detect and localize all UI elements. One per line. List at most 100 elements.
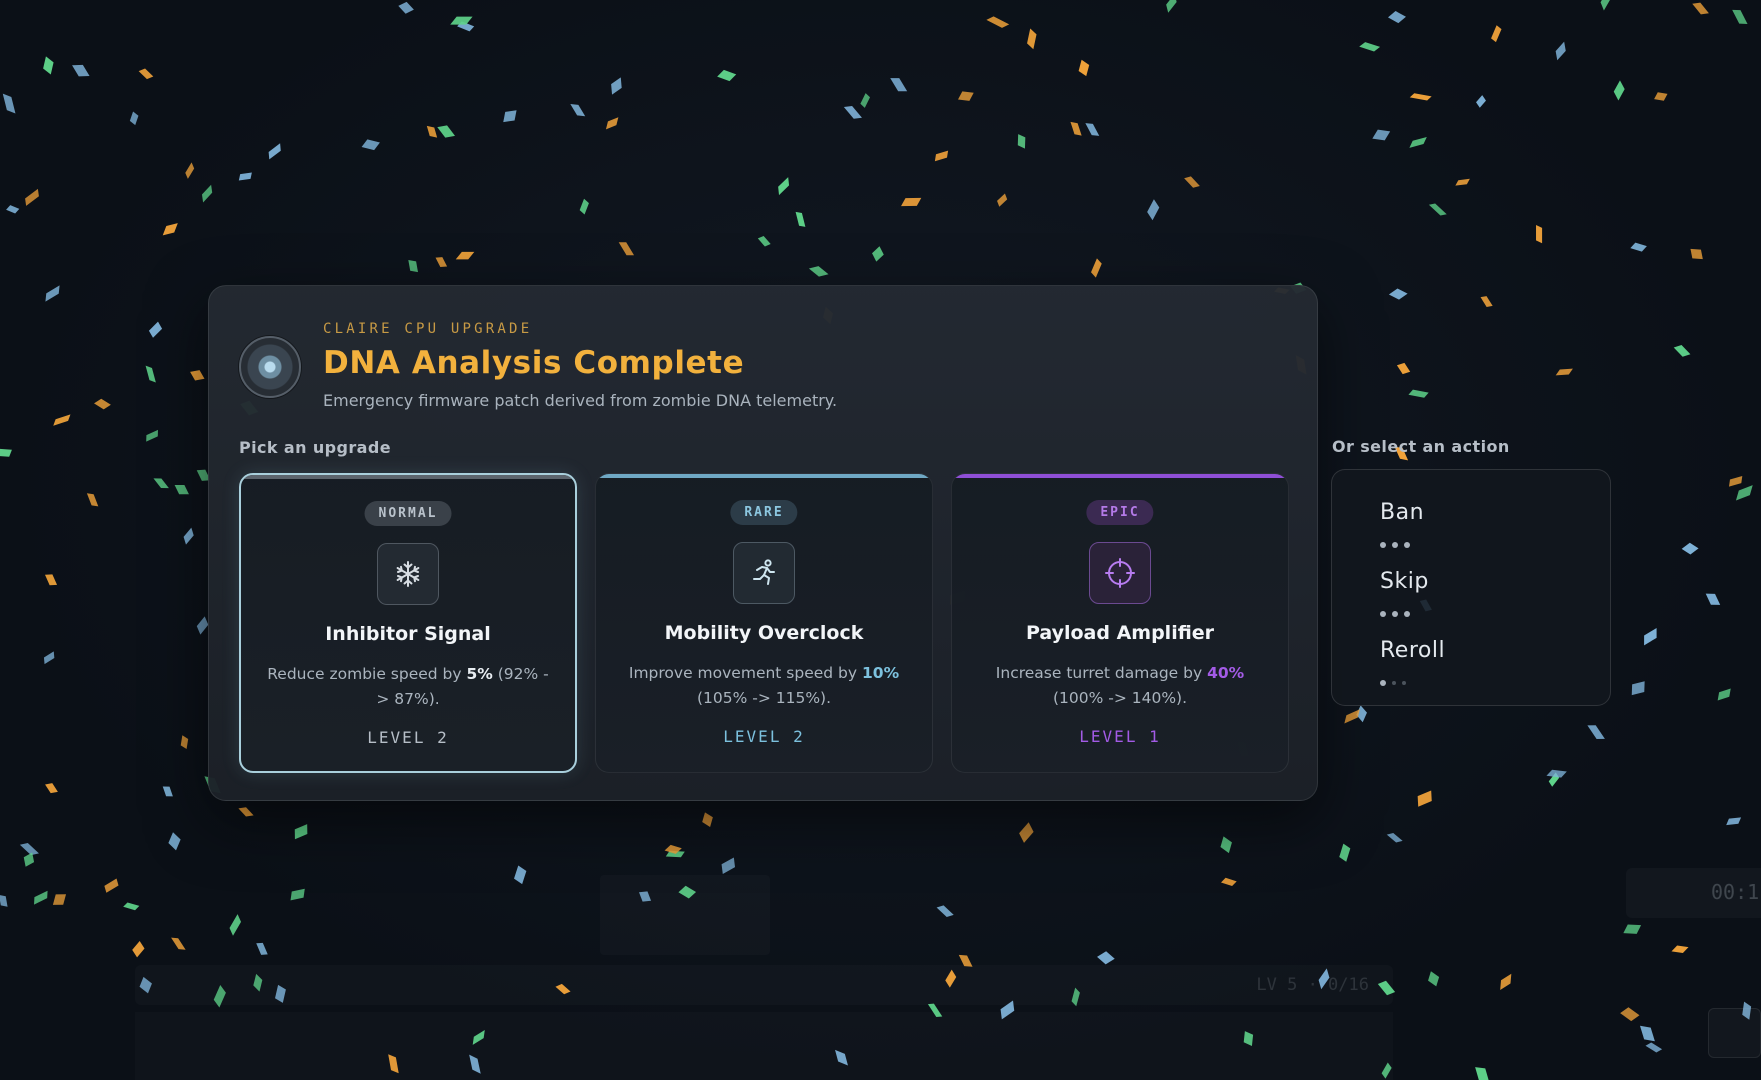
confetti-piece xyxy=(457,21,475,32)
confetti-piece xyxy=(435,257,448,267)
desc-text: Improve movement speed by xyxy=(628,664,862,682)
upgrade-card-payload-amplifier[interactable]: EPIC Payload Amplifier Increase turret d… xyxy=(951,473,1289,773)
confetti-piece xyxy=(238,807,254,817)
confetti-piece xyxy=(171,937,186,950)
confetti-piece xyxy=(1728,475,1743,487)
confetti-piece xyxy=(0,894,8,907)
confetti-piece xyxy=(450,16,473,25)
card-icon-box xyxy=(377,543,439,605)
confetti-piece xyxy=(664,844,682,854)
confetti-piece xyxy=(1070,121,1082,136)
confetti-piece xyxy=(72,64,90,77)
confetti-piece xyxy=(1491,25,1502,43)
charge-dot xyxy=(1404,542,1410,548)
confetti-piece xyxy=(1475,1067,1490,1080)
confetti-piece xyxy=(86,493,99,507)
confetti-piece xyxy=(132,941,145,958)
confetti-piece xyxy=(1220,877,1237,887)
confetti-piece xyxy=(1388,288,1408,300)
confetti-piece xyxy=(44,574,58,586)
confetti-piece xyxy=(1428,971,1440,987)
confetti-piece xyxy=(437,125,456,138)
upgrade-card-inhibitor-signal[interactable]: NORMAL Inhibitor Signal Reduce zombie sp… xyxy=(239,473,577,773)
background-timer: 00:1 xyxy=(1626,868,1761,918)
confetti-piece xyxy=(997,193,1008,207)
confetti-piece xyxy=(426,125,438,138)
confetti-piece xyxy=(23,852,35,867)
skip-button[interactable]: Skip xyxy=(1380,569,1429,594)
desc-text: Reduce zombie speed by xyxy=(267,665,467,683)
confetti-piece xyxy=(890,78,908,92)
confetti-piece xyxy=(1630,242,1647,252)
card-icon-box xyxy=(1089,542,1151,604)
confetti-piece xyxy=(1548,772,1560,787)
card-level: LEVEL 1 xyxy=(1079,727,1161,746)
confetti-piece xyxy=(201,184,213,203)
ban-button[interactable]: Ban xyxy=(1380,500,1424,525)
confetti-piece xyxy=(901,197,922,207)
desc-value: 40% xyxy=(1207,664,1245,682)
confetti-piece xyxy=(25,188,39,206)
confetti-piece xyxy=(936,905,954,917)
confetti-piece xyxy=(1671,945,1689,953)
confetti-piece xyxy=(1428,203,1447,216)
confetti-piece xyxy=(45,783,58,794)
confetti-piece xyxy=(94,398,111,410)
charge-dot xyxy=(1380,611,1386,617)
confetti-piece xyxy=(843,105,862,119)
confetti-piece xyxy=(1417,790,1432,807)
confetti-piece xyxy=(872,246,884,262)
confetti-piece xyxy=(1555,368,1573,376)
confetti-piece xyxy=(1396,362,1411,375)
confetti-piece xyxy=(1631,681,1645,696)
confetti-piece xyxy=(268,143,281,160)
desc-value: 10% xyxy=(862,664,900,682)
confetti-piece xyxy=(6,205,20,214)
confetti-piece xyxy=(1220,836,1232,854)
card-name: Payload Amplifier xyxy=(1025,622,1215,644)
background-corner-button xyxy=(1708,1008,1761,1058)
running-figure-icon xyxy=(753,559,775,585)
confetti-piece xyxy=(290,888,305,901)
confetti-piece xyxy=(795,211,806,227)
confetti-piece xyxy=(145,365,156,383)
confetti-piece xyxy=(1735,485,1753,501)
confetti-piece xyxy=(1613,80,1625,101)
confetti-piece xyxy=(138,68,154,80)
confetti-piece xyxy=(808,266,829,277)
card-name: Mobility Overclock xyxy=(664,622,864,644)
card-level: LEVEL 2 xyxy=(723,727,805,746)
confetti-piece xyxy=(408,259,419,273)
confetti-piece xyxy=(778,177,790,196)
confetti-piece xyxy=(1455,178,1470,186)
confetti-piece xyxy=(53,414,71,426)
confetti-piece xyxy=(1717,688,1731,701)
confetti-piece xyxy=(146,429,159,442)
confetti-piece xyxy=(1344,709,1360,724)
skip-charges xyxy=(1380,611,1410,617)
confetti-piece xyxy=(1372,129,1391,141)
confetti-piece xyxy=(579,198,589,215)
confetti-piece xyxy=(1017,134,1026,149)
confetti-piece xyxy=(1387,11,1406,24)
confetti-piece xyxy=(618,242,635,256)
card-icon-box xyxy=(733,542,795,604)
confetti-piece xyxy=(1019,822,1034,843)
reroll-button[interactable]: Reroll xyxy=(1380,638,1445,663)
confetti-piece xyxy=(1645,1042,1663,1053)
action-panel: Ban Skip Reroll xyxy=(1331,469,1611,706)
confetti-piece xyxy=(168,832,181,851)
confetti-piece xyxy=(1078,59,1090,77)
confetti-piece xyxy=(1555,41,1566,61)
confetti-piece xyxy=(104,878,119,893)
confetti-piece xyxy=(1091,258,1102,278)
panel-kicker: CLAIRE CPU UPGRADE xyxy=(323,321,533,337)
background-structure xyxy=(600,875,770,955)
upgrade-card-mobility-overclock[interactable]: RARE Mobility Overclock Improve movement… xyxy=(595,473,933,773)
charge-dot xyxy=(1392,542,1398,548)
confetti-piece xyxy=(1587,725,1605,739)
crosshair-icon xyxy=(1105,558,1135,588)
confetti-piece xyxy=(45,285,60,302)
confetti-piece xyxy=(19,843,39,856)
confetti-piece xyxy=(1546,769,1567,778)
